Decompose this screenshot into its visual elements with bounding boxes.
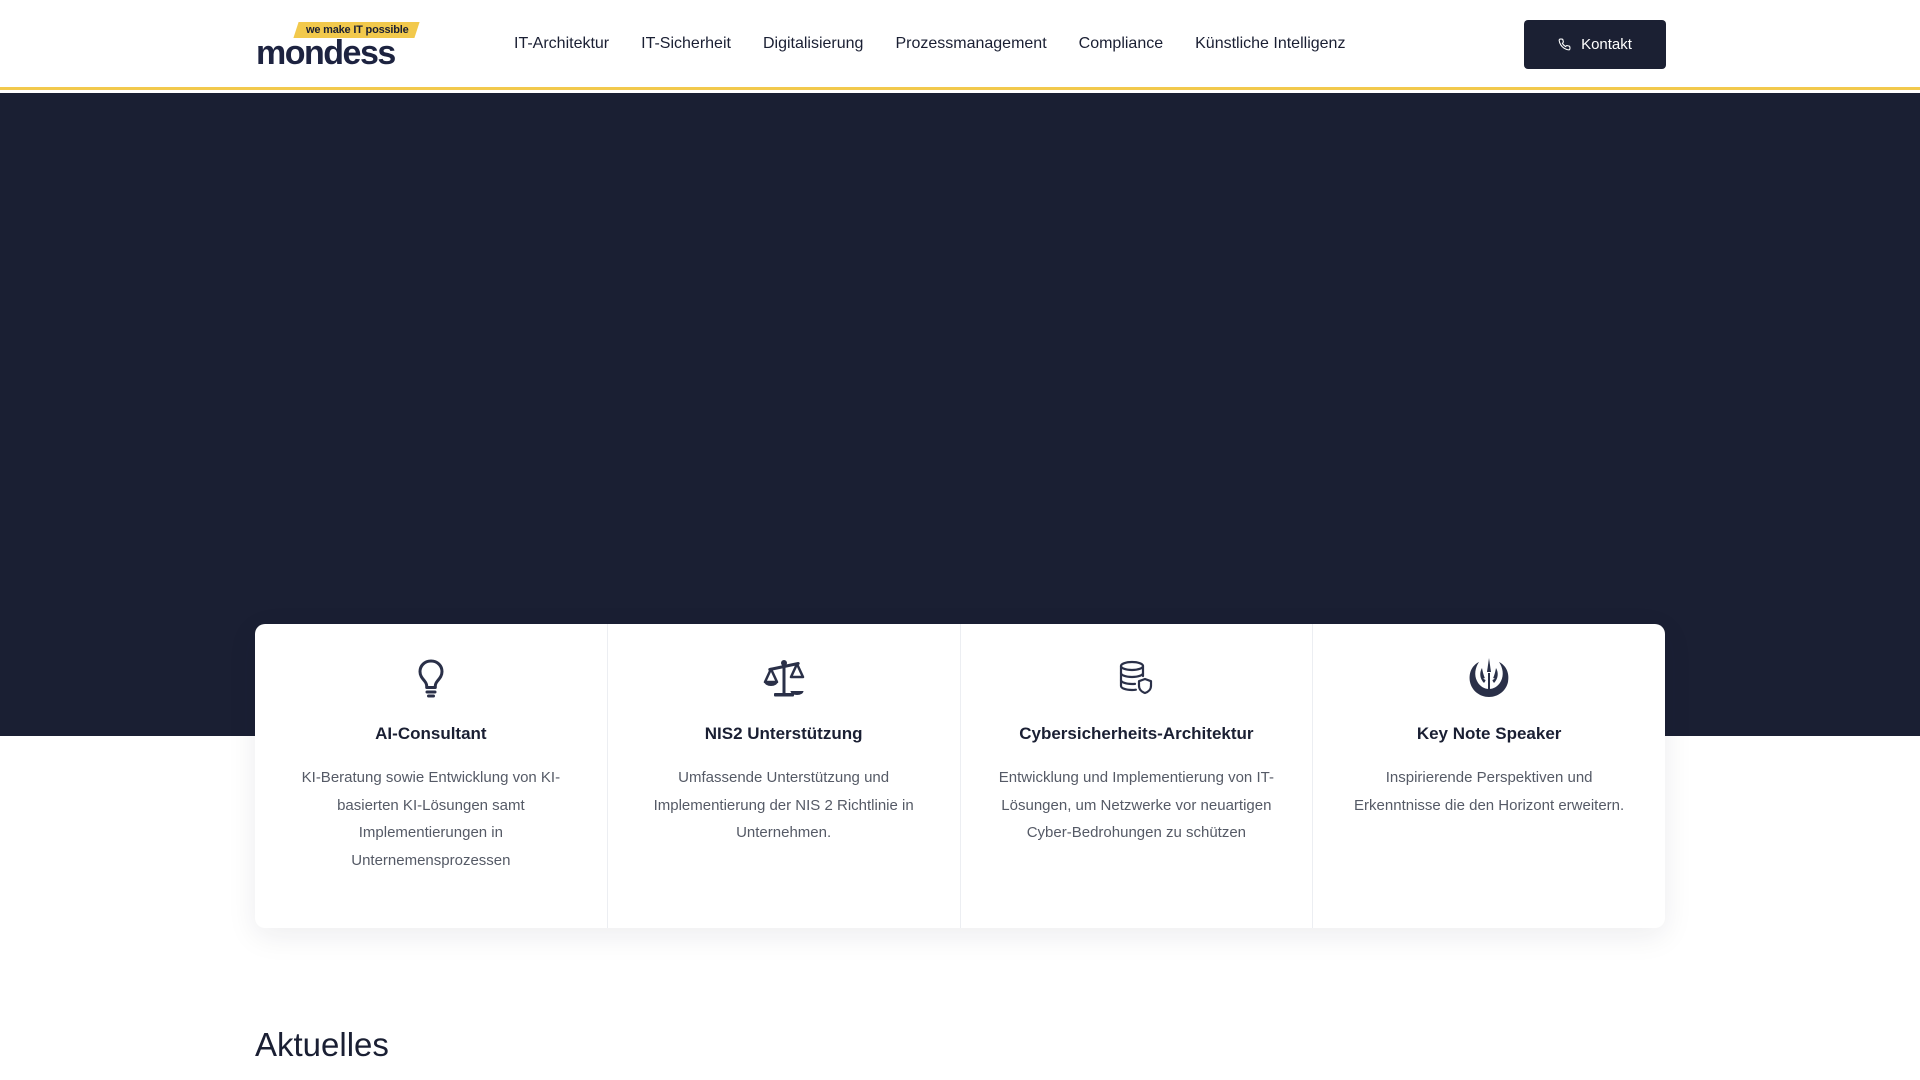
nav-item-it-architektur[interactable]: IT-Architektur <box>514 35 609 53</box>
service-card-ai-consultant[interactable]: AI-Consultant KI-Beratung sowie Entwickl… <box>255 624 608 928</box>
nav-item-digitalisierung[interactable]: Digitalisierung <box>763 35 864 53</box>
logo-wordmark: mondess <box>256 34 396 72</box>
service-title: Key Note Speaker <box>1416 724 1562 743</box>
service-card-nis2[interactable]: NIS2 Unterstützung Umfassende Unterstütz… <box>608 624 961 928</box>
service-card-cybersecurity[interactable]: Cybersicherheits-Architektur Entwicklung… <box>961 624 1314 928</box>
service-cards: AI-Consultant KI-Beratung sowie Entwickl… <box>255 624 1665 928</box>
lightbulb-icon <box>418 659 444 698</box>
service-description: Umfassende Unterstützung und Implementie… <box>653 769 914 841</box>
site-header: we make IT possible mondess IT-Architekt… <box>0 0 1920 90</box>
nav-item-it-sicherheit[interactable]: IT-Sicherheit <box>641 35 731 53</box>
logo[interactable]: we make IT possible mondess <box>256 20 426 72</box>
nav-item-compliance[interactable]: Compliance <box>1079 35 1163 53</box>
speaker-emblem-icon <box>1469 658 1509 697</box>
service-description: Entwicklung und Implementierung von IT-L… <box>998 769 1274 841</box>
service-title: Cybersicherheits-Architektur <box>1019 724 1254 743</box>
service-description: Inspirierende Perspektiven und Erkenntni… <box>1354 769 1625 814</box>
news-section-title: Aktuelles <box>255 1026 389 1063</box>
database-shield-icon <box>1120 660 1153 695</box>
balance-scale-icon <box>763 660 804 697</box>
service-description: KI-Beratung sowie Entwicklung von KI-bas… <box>301 769 561 869</box>
service-title: AI-Consultant <box>375 724 487 743</box>
main-nav: IT-Architektur IT-Sicherheit Digitalisie… <box>514 0 1345 88</box>
nav-item-kuenstliche-intelligenz[interactable]: Künstliche Intelligenz <box>1195 35 1345 53</box>
service-title: NIS2 Unterstützung <box>704 724 863 743</box>
contact-button-label: Kontakt <box>1581 36 1632 53</box>
contact-button[interactable]: Kontakt <box>1524 20 1666 69</box>
service-card-keynote-speaker[interactable]: Key Note Speaker Inspirierende Perspekti… <box>1313 624 1665 928</box>
phone-icon <box>1558 38 1571 51</box>
nav-item-prozessmanagement[interactable]: Prozessmanagement <box>895 35 1046 53</box>
